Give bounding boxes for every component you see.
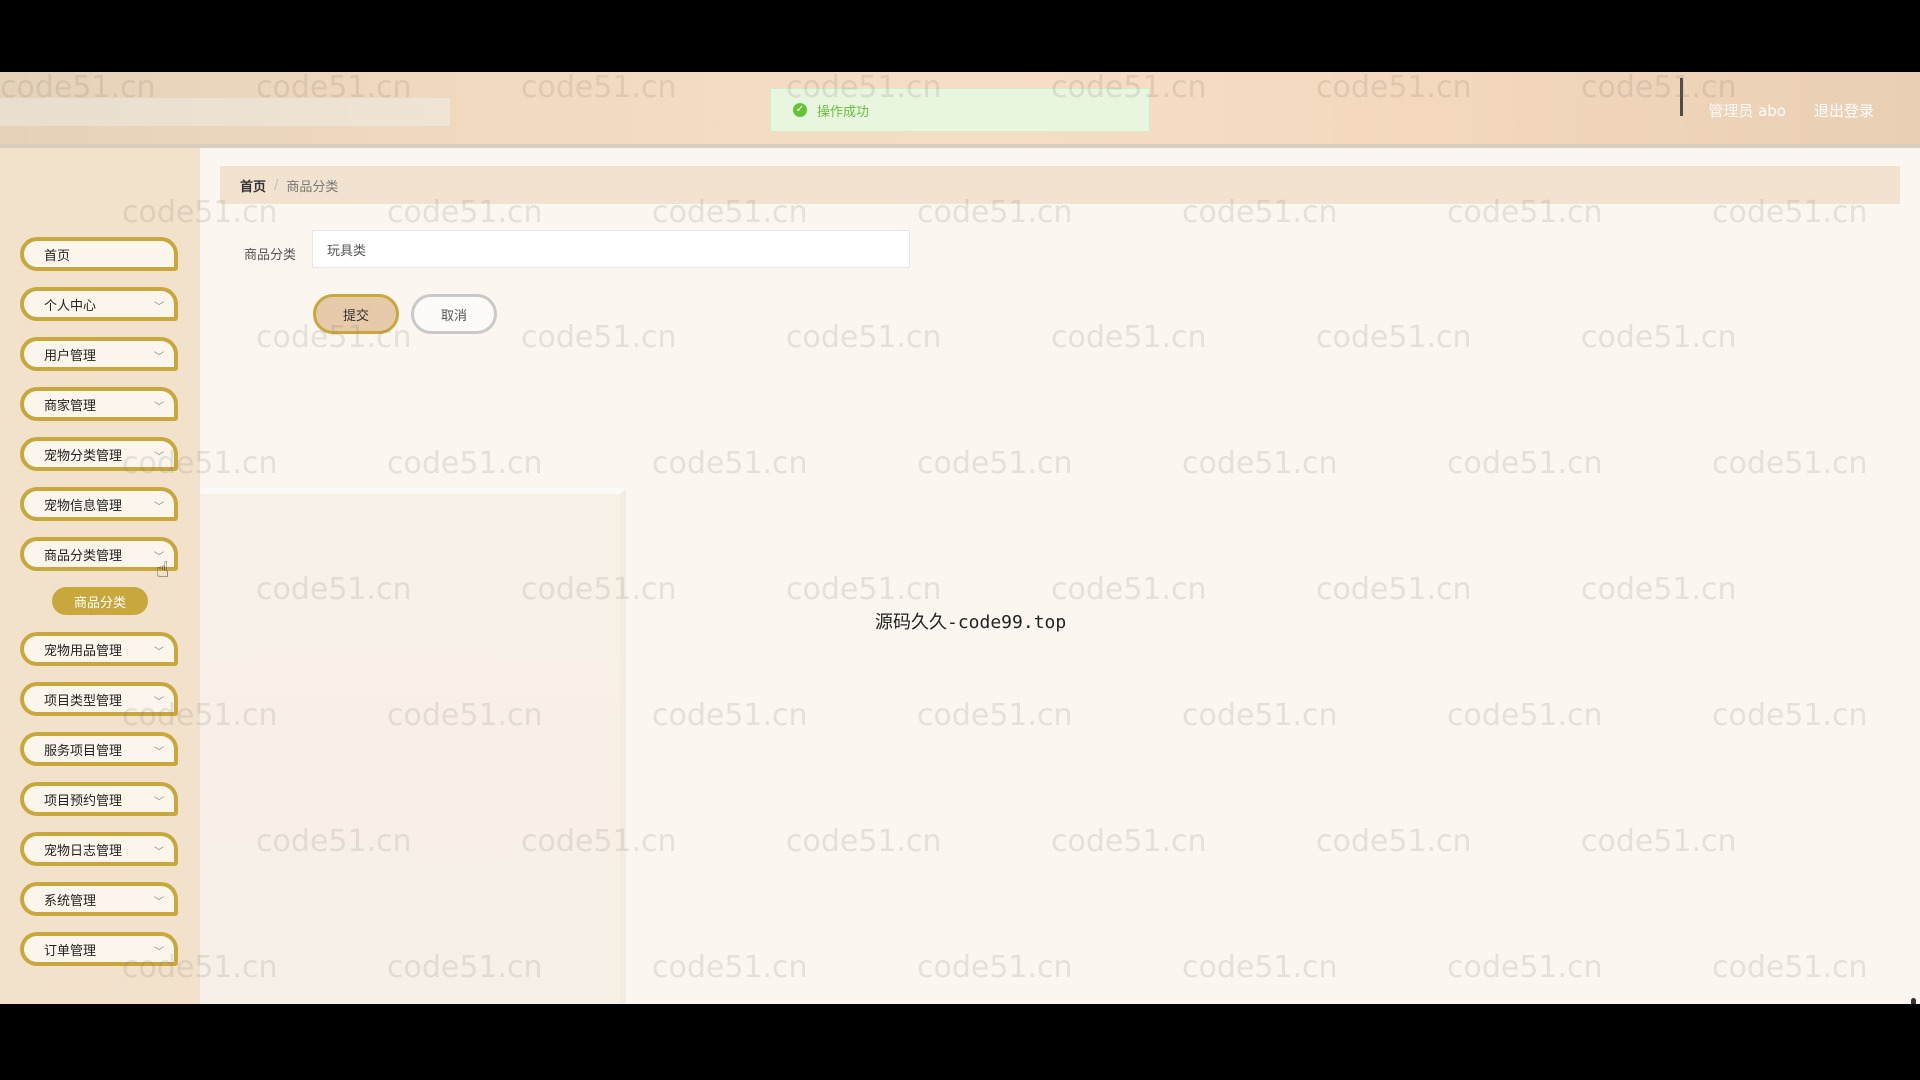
sidebar-item-label: 宠物分类管理	[44, 448, 123, 464]
goods-category-input[interactable]: 玩具类	[312, 230, 910, 268]
sidebar-item-pet-log-management[interactable]: 宠物日志管理 ﹀	[20, 832, 178, 866]
sidebar-item-pet-info-management[interactable]: 宠物信息管理 ﹀	[20, 487, 178, 521]
chevron-down-icon: ﹀	[154, 452, 164, 463]
sidebar-item-label: 宠物信息管理	[44, 498, 123, 514]
sidebar-item-pet-supplies-management[interactable]: 宠物用品管理 ﹀	[20, 632, 178, 666]
chevron-down-icon: ﹀	[154, 747, 164, 758]
toast-message: 操作成功	[817, 104, 870, 120]
top-letterbox	[0, 0, 1920, 72]
sidebar-subitem-goods-category[interactable]: 商品分类	[52, 587, 148, 615]
sidebar-item-label: 宠物日志管理	[44, 843, 123, 859]
submit-button[interactable]: 提交	[313, 294, 399, 334]
success-toast: ✓ 操作成功	[770, 88, 1150, 132]
sidebar-item-label: 商品分类管理	[44, 548, 123, 564]
breadcrumb: 首页 / 商品分类	[220, 166, 1900, 204]
chevron-down-icon: ﹀	[154, 847, 164, 858]
sidebar-item-label: 个人中心	[44, 298, 97, 314]
chevron-down-icon: ﹀	[154, 647, 164, 658]
sidebar: 首页 个人中心 ﹀ 用户管理 ﹀ 商家管理 ﹀ 宠物分类管理 ﹀ 宠物信息管理 …	[0, 148, 200, 1004]
sidebar-item-label: 宠物用品管理	[44, 643, 123, 659]
goods-category-label: 商品分类	[244, 248, 297, 263]
sidebar-item-system-management[interactable]: 系统管理 ﹀	[20, 882, 178, 916]
header-logo-strip	[0, 98, 450, 126]
sidebar-item-personal-center[interactable]: 个人中心 ﹀	[20, 287, 178, 321]
chevron-down-icon: ﹀	[154, 797, 164, 808]
sidebar-item-label: 商家管理	[44, 398, 97, 414]
sidebar-item-label: 首页	[44, 248, 71, 264]
sidebar-item-label: 用户管理	[44, 348, 97, 364]
chevron-down-icon: ﹀	[154, 402, 164, 413]
sidebar-item-label: 订单管理	[44, 943, 97, 959]
header-bar: 管理员 abo 退出登录 ✓ 操作成功	[0, 72, 1920, 148]
breadcrumb-separator: /	[274, 177, 279, 193]
header-divider	[1680, 78, 1683, 116]
sidebar-item-project-type-management[interactable]: 项目类型管理 ﹀	[20, 682, 178, 716]
background-panel	[200, 488, 626, 1004]
sidebar-item-service-project-management[interactable]: 服务项目管理 ﹀	[20, 732, 178, 766]
app-window: 管理员 abo 退出登录 ✓ 操作成功 首页 个人中心 ﹀ 用户管理 ﹀ 商家管…	[0, 72, 1920, 1004]
mouse-pointer-icon: ☝	[156, 558, 170, 583]
sidebar-item-label: 服务项目管理	[44, 743, 123, 759]
sidebar-item-label: 系统管理	[44, 893, 97, 909]
chevron-down-icon: ﹀	[154, 947, 164, 958]
main-content: 首页 / 商品分类 商品分类 玩具类 提交 取消 源码久久-code99.top	[200, 148, 1920, 1004]
chevron-down-icon: ﹀	[154, 897, 164, 908]
sidebar-item-pet-category-management[interactable]: 宠物分类管理 ﹀	[20, 437, 178, 471]
chevron-down-icon: ﹀	[154, 352, 164, 363]
bottom-letterbox	[0, 1004, 1920, 1080]
sidebar-item-order-management[interactable]: 订单管理 ﹀	[20, 932, 178, 966]
breadcrumb-current: 商品分类	[286, 179, 339, 195]
logout-link[interactable]: 退出登录	[1814, 100, 1874, 121]
chevron-down-icon: ﹀	[154, 302, 164, 313]
chevron-down-icon: ﹀	[154, 502, 164, 513]
cancel-button[interactable]: 取消	[411, 294, 497, 334]
sidebar-item-home[interactable]: 首页	[20, 237, 178, 271]
sidebar-item-user-management[interactable]: 用户管理 ﹀	[20, 337, 178, 371]
chevron-down-icon: ﹀	[154, 697, 164, 708]
current-user-label: 管理员 abo	[1708, 102, 1786, 120]
breadcrumb-home[interactable]: 首页	[240, 176, 266, 195]
sidebar-item-appointment-management[interactable]: 项目预约管理 ﹀	[20, 782, 178, 816]
overlay-watermark-text: 源码久久-code99.top	[875, 612, 1067, 633]
sidebar-item-label: 项目类型管理	[44, 693, 123, 709]
check-circle-icon: ✓	[793, 103, 807, 117]
sidebar-item-merchant-management[interactable]: 商家管理 ﹀	[20, 387, 178, 421]
sidebar-item-goods-category-management[interactable]: 商品分类管理 ﹀	[20, 537, 178, 571]
sidebar-item-label: 项目预约管理	[44, 793, 123, 809]
